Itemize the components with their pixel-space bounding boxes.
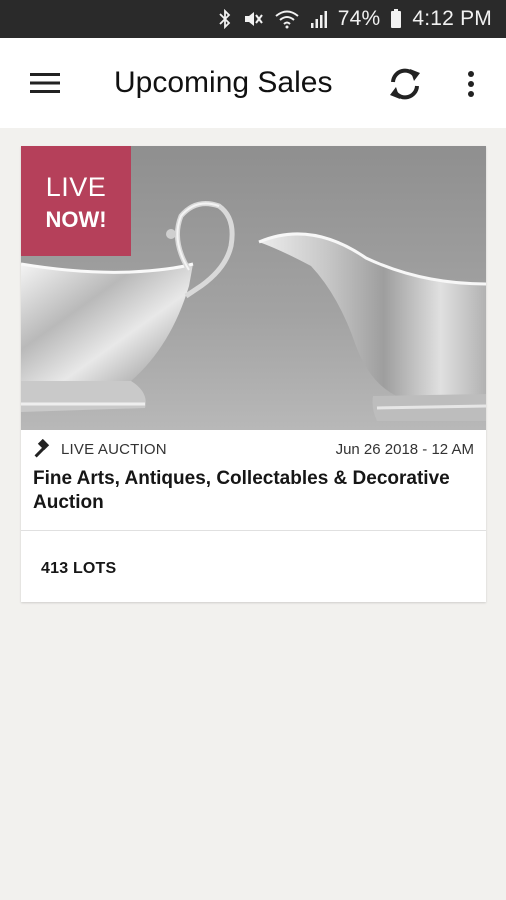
status-icons: 74% 4:12 PM <box>218 0 492 38</box>
wifi-icon <box>274 9 300 29</box>
refresh-icon <box>390 68 420 100</box>
battery-percent: 74% <box>337 7 381 30</box>
bluetooth-icon <box>218 9 232 29</box>
vibrate-mute-icon <box>242 9 264 29</box>
badge-now-text: NOW! <box>45 207 107 232</box>
status-bar: 74% 4:12 PM <box>0 0 506 38</box>
sale-type: LIVE AUCTION <box>61 440 167 458</box>
app-bar: Upcoming Sales <box>0 38 506 128</box>
signal-icon <box>310 9 328 29</box>
sale-title[interactable]: Fine Arts, Antiques, Collectables & Deco… <box>33 467 474 515</box>
more-options-button[interactable] <box>454 62 488 106</box>
sale-meta-row: LIVE AUCTION Jun 26 2018 - 12 AM <box>33 438 474 460</box>
sale-date: Jun 26 2018 - 12 AM <box>335 440 474 458</box>
badge-live-text: LIVE <box>45 172 107 202</box>
hamburger-menu-icon <box>30 73 60 93</box>
card-divider <box>21 530 486 531</box>
more-vert-icon <box>468 71 474 97</box>
menu-button[interactable] <box>22 64 68 102</box>
clock: 4:12 PM <box>412 7 492 30</box>
sale-image[interactable]: LIVE NOW! <box>21 146 486 430</box>
live-now-badge: LIVE NOW! <box>21 146 131 256</box>
battery-icon <box>390 9 402 29</box>
sale-card[interactable]: LIVE NOW! LIVE AUCTION Jun 26 2018 - 12 … <box>21 146 486 602</box>
gavel-icon <box>34 439 50 458</box>
lot-count[interactable]: 413 LOTS <box>41 560 116 578</box>
refresh-button[interactable] <box>380 62 430 106</box>
page-title: Upcoming Sales <box>114 66 333 99</box>
